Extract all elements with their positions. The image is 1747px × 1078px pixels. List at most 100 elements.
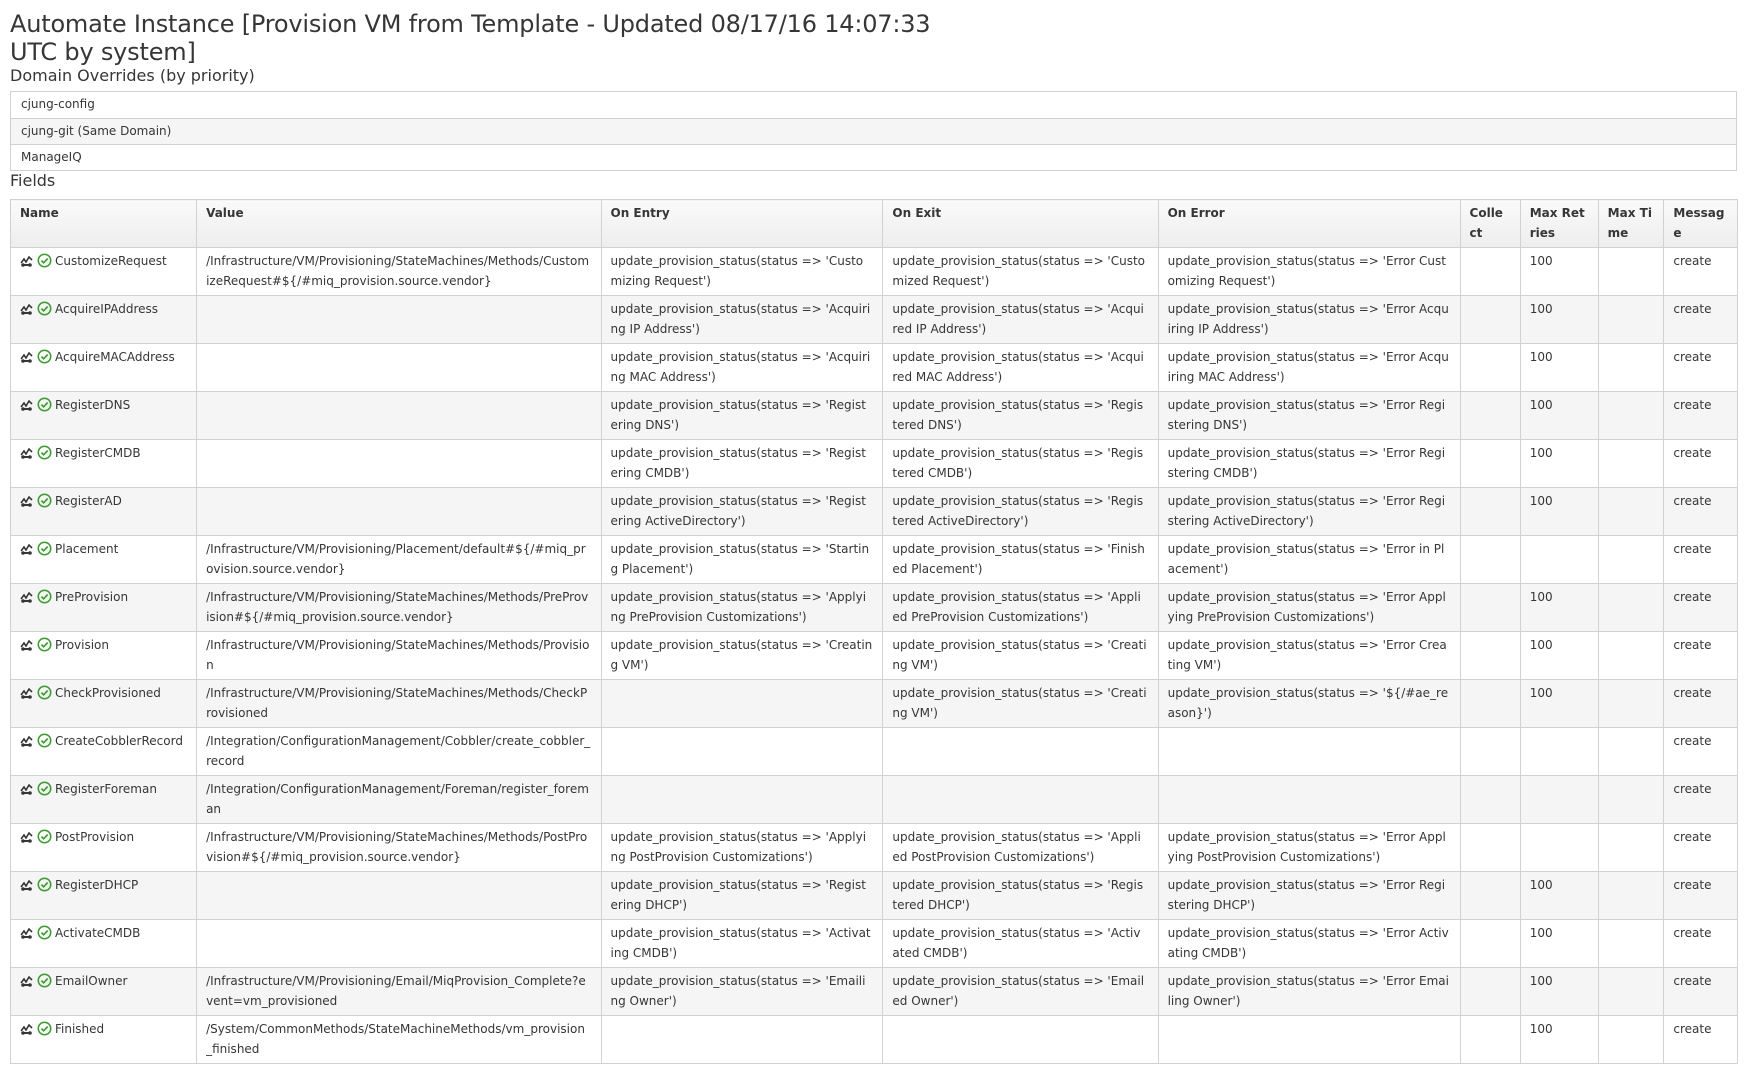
field-max-time — [1597, 631, 1665, 680]
field-message: create — [1663, 295, 1738, 344]
field-collect — [1459, 247, 1521, 296]
column-header-name[interactable]: Name — [9, 199, 198, 248]
field-name-cell: ActivateCMDB — [9, 919, 198, 968]
field-name-cell: CustomizeRequest — [9, 247, 198, 296]
domain-override-item[interactable]: cjung-git (Same Domain) — [11, 118, 1736, 144]
field-max-retries: 100 — [1519, 343, 1599, 392]
field-row[interactable]: Finished /System/CommonMethods/StateMach… — [9, 1015, 1738, 1064]
field-message: create — [1663, 919, 1738, 968]
field-max-time — [1597, 967, 1665, 1016]
field-on-entry — [600, 679, 884, 728]
field-max-time — [1597, 727, 1665, 776]
field-on-entry — [600, 1015, 884, 1064]
field-on-exit — [882, 727, 1159, 776]
state-machine-icon — [20, 638, 34, 659]
field-row[interactable]: AcquireMACAddress update_provision_statu… — [9, 343, 1738, 392]
domain-override-item[interactable]: ManageIQ — [11, 144, 1736, 170]
field-value — [196, 343, 602, 392]
column-header-on-exit[interactable]: On Exit — [882, 199, 1159, 248]
check-circle-icon — [37, 397, 52, 419]
field-max-time — [1597, 343, 1665, 392]
state-machine-icon — [20, 926, 34, 947]
field-row[interactable]: RegisterCMDB update_provision_status(sta… — [9, 439, 1738, 488]
page-title: Automate Instance [Provision VM from Tem… — [10, 10, 931, 66]
field-max-retries: 100 — [1519, 391, 1599, 440]
field-on-error: update_provision_status(status => 'Error… — [1157, 295, 1461, 344]
field-max-time — [1597, 487, 1665, 536]
column-header-on-entry[interactable]: On Entry — [600, 199, 884, 248]
column-header-max-retries[interactable]: Max Retries — [1519, 199, 1599, 248]
check-circle-icon — [37, 925, 52, 947]
field-collect — [1459, 295, 1521, 344]
field-name-cell: Provision — [9, 631, 198, 680]
field-on-entry: update_provision_status(status => 'Activ… — [600, 919, 884, 968]
column-header-max-time[interactable]: Max Time — [1597, 199, 1665, 248]
field-max-time — [1597, 247, 1665, 296]
field-row[interactable]: RegisterDHCP update_provision_status(sta… — [9, 871, 1738, 920]
field-name: ActivateCMDB — [55, 926, 141, 940]
field-max-retries: 100 — [1519, 583, 1599, 632]
field-row[interactable]: ActivateCMDB update_provision_status(sta… — [9, 919, 1738, 968]
field-max-retries: 100 — [1519, 247, 1599, 296]
field-on-entry: update_provision_status(status => 'Apply… — [600, 823, 884, 872]
domain-override-item[interactable]: cjung-config — [11, 92, 1736, 118]
field-row[interactable]: RegisterDNS update_provision_status(stat… — [9, 391, 1738, 440]
field-name: RegisterDNS — [55, 398, 131, 412]
field-row[interactable]: EmailOwner /Infrastructure/VM/Provisioni… — [9, 967, 1738, 1016]
field-name: RegisterDHCP — [55, 878, 139, 892]
field-on-error: update_provision_status(status => '${/#a… — [1157, 679, 1461, 728]
field-row[interactable]: RegisterForeman /Integration/Configurati… — [9, 775, 1738, 824]
field-name-cell: CreateCobblerRecord — [9, 727, 198, 776]
field-row[interactable]: CheckProvisioned /Infrastructure/VM/Prov… — [9, 679, 1738, 728]
field-message: create — [1663, 679, 1738, 728]
field-message: create — [1663, 967, 1738, 1016]
field-row[interactable]: RegisterAD update_provision_status(statu… — [9, 487, 1738, 536]
field-max-time — [1597, 823, 1665, 872]
column-header-value[interactable]: Value — [196, 199, 602, 248]
field-collect — [1459, 919, 1521, 968]
field-max-retries: 100 — [1519, 631, 1599, 680]
field-max-time — [1597, 439, 1665, 488]
field-name-cell: AcquireIPAddress — [9, 295, 198, 344]
field-row[interactable]: AcquireIPAddress update_provision_status… — [9, 295, 1738, 344]
field-name: PreProvision — [55, 590, 129, 604]
field-max-time — [1597, 535, 1665, 584]
column-header-on-error[interactable]: On Error — [1157, 199, 1461, 248]
field-value: /Infrastructure/VM/Provisioning/StateMac… — [196, 583, 602, 632]
field-on-entry — [600, 775, 884, 824]
field-message: create — [1663, 583, 1738, 632]
field-on-error — [1157, 1015, 1461, 1064]
column-header-collect[interactable]: Collect — [1459, 199, 1521, 248]
field-max-retries: 100 — [1519, 295, 1599, 344]
field-on-error — [1157, 727, 1461, 776]
field-max-time — [1597, 775, 1665, 824]
field-name-cell: Placement — [9, 535, 198, 584]
field-on-error: update_provision_status(status => 'Error… — [1157, 871, 1461, 920]
field-value — [196, 391, 602, 440]
field-row[interactable]: Placement /Infrastructure/VM/Provisionin… — [9, 535, 1738, 584]
field-row[interactable]: CustomizeRequest /Infrastructure/VM/Prov… — [9, 247, 1738, 296]
field-row[interactable]: Provision /Infrastructure/VM/Provisionin… — [9, 631, 1738, 680]
field-collect — [1459, 871, 1521, 920]
field-collect — [1459, 631, 1521, 680]
field-max-time — [1597, 295, 1665, 344]
field-row[interactable]: CreateCobblerRecord /Integration/Configu… — [9, 727, 1738, 776]
field-value: /Infrastructure/VM/Provisioning/Placemen… — [196, 535, 602, 584]
field-row[interactable]: PreProvision /Infrastructure/VM/Provisio… — [9, 583, 1738, 632]
field-row[interactable]: PostProvision /Infrastructure/VM/Provisi… — [9, 823, 1738, 872]
field-max-retries: 100 — [1519, 487, 1599, 536]
check-circle-icon — [37, 781, 52, 803]
column-header-message[interactable]: Message — [1663, 199, 1738, 248]
field-on-exit: update_provision_status(status => 'Appli… — [882, 823, 1159, 872]
field-on-entry: update_provision_status(status => 'Regis… — [600, 439, 884, 488]
check-circle-icon — [37, 349, 52, 371]
field-name: RegisterCMDB — [55, 446, 141, 460]
state-machine-icon — [20, 974, 34, 995]
field-on-error — [1157, 775, 1461, 824]
field-name-cell: RegisterForeman — [9, 775, 198, 824]
state-machine-icon — [20, 350, 34, 371]
state-machine-icon — [20, 302, 34, 323]
field-collect — [1459, 391, 1521, 440]
field-name-cell: AcquireMACAddress — [9, 343, 198, 392]
domain-overrides-title: Domain Overrides (by priority) — [10, 66, 255, 85]
